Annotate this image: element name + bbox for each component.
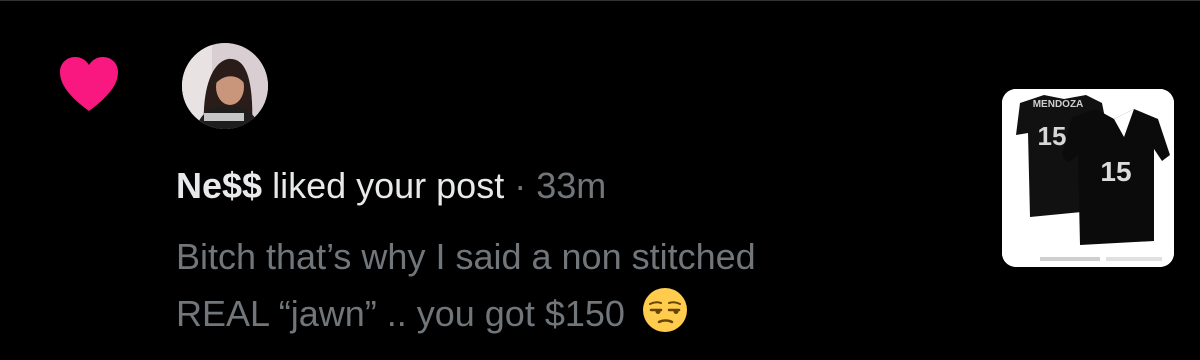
jersey-image: MENDOZA 15 15 — [1002, 89, 1174, 267]
like-notification[interactable]: Ne$$ liked your post · 33m Bitch that’s … — [0, 0, 1200, 360]
avatar[interactable] — [182, 43, 268, 129]
jersey-name: MENDOZA — [1033, 99, 1084, 110]
username[interactable]: Ne$$ — [176, 165, 262, 206]
timestamp: 33m — [536, 165, 607, 206]
post-thumbnail[interactable]: MENDOZA 15 15 — [1002, 89, 1174, 267]
post-preview-text[interactable]: Bitch that’s why I said a non stitched R… — [176, 228, 916, 342]
heart-icon — [60, 57, 118, 111]
separator-dot: · — [514, 165, 527, 206]
jersey-number-back: 15 — [1038, 121, 1067, 151]
post-text-line-2-text: REAL “jawn” .. you got $150 — [176, 293, 625, 334]
post-text-line-1: Bitch that’s why I said a non stitched — [176, 236, 756, 277]
unamused-face-emoji — [642, 288, 687, 332]
post-text-line-2: REAL “jawn” .. you got $150 — [176, 285, 916, 342]
jersey-number-front: 15 — [1100, 156, 1131, 187]
action-text: liked your post — [272, 165, 505, 206]
notification-headline: Ne$$ liked your post · 33m — [176, 164, 606, 208]
avatar-photo — [182, 43, 268, 129]
